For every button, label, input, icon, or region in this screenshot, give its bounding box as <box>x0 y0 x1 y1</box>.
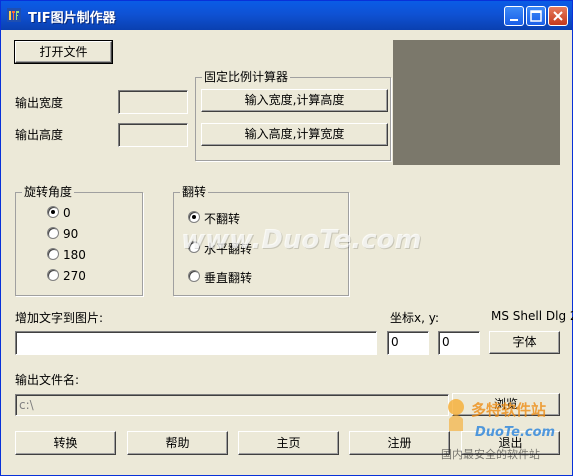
rotate-radio-90[interactable] <box>47 227 59 239</box>
minimize-icon <box>510 19 518 21</box>
font-name-label: MS Shell Dlg 2 <box>491 309 573 323</box>
minimize-button[interactable] <box>504 6 524 26</box>
output-filename-value: c:\ <box>19 398 34 412</box>
calc-height-button[interactable]: 输入宽度,计算高度 <box>201 89 388 112</box>
register-button[interactable]: 注册 <box>349 431 450 455</box>
overlay-text-input[interactable] <box>15 331 377 355</box>
open-file-button[interactable]: 打开文件 <box>14 40 113 64</box>
rotate-radio-0[interactable] <box>47 206 59 218</box>
close-icon <box>553 11 563 21</box>
image-preview <box>393 40 560 165</box>
coord-x-input[interactable]: 0 <box>387 331 429 355</box>
window-title: TIF图片制作器 <box>28 11 116 26</box>
maximize-button[interactable] <box>526 6 546 26</box>
flip-radio-none[interactable] <box>188 211 200 223</box>
coords-label: 坐标x, y: <box>390 311 440 325</box>
center-watermark: www.DuoTe.com <box>181 225 422 255</box>
rotate-option-90: 90 <box>63 227 79 241</box>
rotate-option-0: 0 <box>63 206 71 220</box>
radio-selected-dot <box>192 215 196 219</box>
ratio-calculator-title: 固定比例计算器 <box>202 70 291 84</box>
corner-logo-icon <box>448 399 464 431</box>
calc-width-button[interactable]: 输入高度,计算宽度 <box>201 123 388 146</box>
home-button[interactable]: 主页 <box>238 431 339 455</box>
font-button[interactable]: 字体 <box>489 331 560 354</box>
rotate-radio-270[interactable] <box>47 269 59 281</box>
output-height-label: 输出高度 <box>15 128 64 142</box>
coord-x-value: 0 <box>391 335 399 349</box>
radio-selected-dot <box>51 210 55 214</box>
title-bar[interactable]: TIF图片制作器 <box>1 1 572 30</box>
close-button[interactable] <box>548 6 568 26</box>
rotate-group-title: 旋转角度 <box>22 185 75 199</box>
corner-watermark-url: DuoTe.com <box>475 425 556 440</box>
flip-radio-vertical[interactable] <box>188 270 200 282</box>
flip-option-vertical: 垂直翻转 <box>204 271 253 285</box>
app-icon <box>7 8 21 22</box>
output-width-label: 输出宽度 <box>15 96 64 110</box>
rotate-radio-180[interactable] <box>47 248 59 260</box>
output-height-input[interactable] <box>118 123 188 147</box>
convert-button[interactable]: 转换 <box>15 431 116 455</box>
corner-watermark-brand: 多特软件站 <box>471 401 547 419</box>
maximize-icon <box>530 10 542 22</box>
output-filename-input[interactable]: c:\ <box>15 394 449 416</box>
rotate-option-270: 270 <box>63 269 86 283</box>
output-filename-label: 输出文件名: <box>15 373 80 387</box>
coord-y-input[interactable]: 0 <box>438 331 480 355</box>
corner-watermark-sub: 国内最安全的软件站 <box>441 448 540 461</box>
flip-group-title: 翻转 <box>180 185 209 199</box>
output-width-input[interactable] <box>118 90 188 114</box>
add-text-label: 增加文字到图片: <box>15 311 104 325</box>
rotate-option-180: 180 <box>63 248 86 262</box>
coord-y-value: 0 <box>442 335 450 349</box>
help-button[interactable]: 帮助 <box>127 431 228 455</box>
app-window: TIF图片制作器 打开文件 输出宽度 输出高度 固定比例计算器 输入宽度,计算高… <box>0 0 573 476</box>
